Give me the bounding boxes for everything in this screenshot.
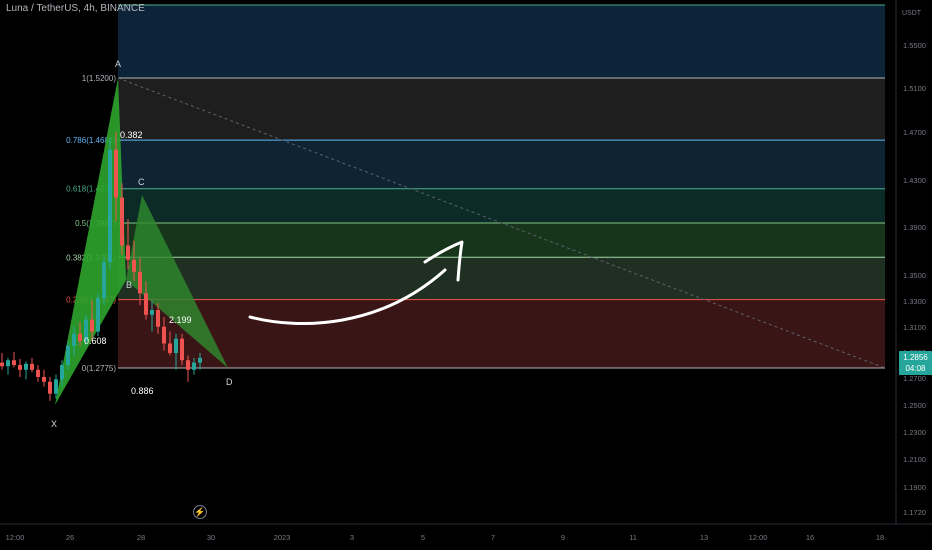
- candle-body: [174, 338, 178, 354]
- ratio-label-ab: 0.382: [120, 130, 143, 140]
- fib-band-1: [118, 78, 885, 141]
- time-tick-label: 30: [207, 533, 215, 542]
- candle-body: [36, 369, 40, 377]
- candle-body: [168, 343, 172, 354]
- time-tick-label: 11: [629, 533, 637, 542]
- price-tick-label: 1.4700: [903, 128, 926, 137]
- time-tick-label: 28: [137, 533, 145, 542]
- price-tick-label: 1.1720: [903, 508, 926, 517]
- point-label-d: D: [226, 377, 233, 387]
- symbol-title: Luna / TetherUS, 4h, BINANCE: [6, 3, 145, 14]
- time-tick-label: 5: [421, 533, 425, 542]
- candle-body: [144, 293, 148, 315]
- fib-band-top: [118, 5, 885, 78]
- candle-body: [150, 310, 154, 315]
- bar-countdown: 04:08: [905, 364, 926, 373]
- fib-band-0.236: [118, 299, 885, 368]
- candle-body: [126, 245, 130, 260]
- price-tick-label: 1.3300: [903, 297, 926, 306]
- time-tick-label: 12:00: [6, 533, 25, 542]
- price-tick-label: 1.2500: [903, 401, 926, 410]
- currency-label: USDT: [902, 10, 922, 17]
- candle-body: [42, 376, 46, 382]
- fib-band-0.382: [118, 257, 885, 300]
- point-label-b: B: [126, 280, 132, 290]
- time-tick-label: 13: [700, 533, 708, 542]
- price-tick-label: 1.3100: [903, 323, 926, 332]
- candle-body: [192, 362, 196, 370]
- price-tick-label: 1.1900: [903, 483, 926, 492]
- candle-body: [96, 298, 100, 332]
- candle-body: [24, 363, 28, 370]
- point-label-a: A: [115, 59, 121, 69]
- time-tick-label: 3: [350, 533, 354, 542]
- candle-body: [102, 262, 106, 299]
- candle-body: [6, 360, 10, 367]
- time-tick-label: 18: [876, 533, 884, 542]
- point-label-x: X: [51, 419, 57, 429]
- time-tick-label: 16: [806, 533, 814, 542]
- candle-body: [186, 360, 190, 370]
- fib-band-0.618: [118, 188, 885, 224]
- candle-body: [90, 319, 94, 332]
- chart-canvas[interactable]: 1(1.5200)0.786(1.4681)0.618(1.4274)0.5(1…: [0, 0, 932, 550]
- point-label-c: C: [138, 177, 145, 187]
- fib-label-0: 0(1.2775): [82, 364, 117, 373]
- time-tick-label: 9: [561, 533, 565, 542]
- candle-body: [114, 149, 118, 198]
- ratio-label-xa: 0.608: [84, 336, 107, 346]
- candle-body: [48, 381, 52, 394]
- last-price-tag: 1.2856 04:08: [899, 351, 932, 375]
- candle-body: [180, 338, 184, 361]
- candle-body: [66, 345, 70, 366]
- candle-body: [132, 259, 136, 272]
- candle-body: [18, 365, 22, 370]
- candle-body: [0, 362, 4, 367]
- candle-body: [12, 360, 16, 366]
- last-price-value: 1.2856: [903, 353, 928, 362]
- time-tick-label: 2023: [274, 533, 291, 542]
- price-tick-label: 1.2100: [903, 455, 926, 464]
- candle-body: [120, 197, 124, 246]
- fib-band-0.786: [118, 140, 885, 189]
- candle-body: [198, 357, 202, 363]
- time-tick-label: 26: [66, 533, 74, 542]
- candle-body: [162, 326, 166, 344]
- lightning-icon[interactable]: ⚡: [193, 505, 207, 519]
- candle-body: [30, 363, 34, 370]
- price-tick-label: 1.3900: [903, 223, 926, 232]
- candle-body: [54, 379, 58, 394]
- ratio-label-xd: 0.886: [131, 386, 154, 396]
- candle-body: [78, 333, 82, 342]
- time-tick-label: 12:00: [749, 533, 768, 542]
- fib-band-0.5: [118, 223, 885, 258]
- candle-body: [72, 333, 76, 346]
- candle-body: [108, 149, 112, 263]
- price-tick-label: 1.3500: [903, 271, 926, 280]
- candle-body: [60, 365, 64, 380]
- candle-body: [138, 271, 142, 294]
- price-tick-label: 1.4300: [903, 176, 926, 185]
- price-tick-label: 1.5100: [903, 84, 926, 93]
- fib-label-1: 1(1.5200): [82, 74, 117, 83]
- price-tick-label: 1.5500: [903, 41, 926, 50]
- price-tick-label: 1.2300: [903, 428, 926, 437]
- price-tick-label: 1.2700: [903, 374, 926, 383]
- candle-body: [156, 310, 160, 327]
- ratio-label-bc: 2.199: [169, 315, 192, 325]
- time-tick-label: 7: [491, 533, 495, 542]
